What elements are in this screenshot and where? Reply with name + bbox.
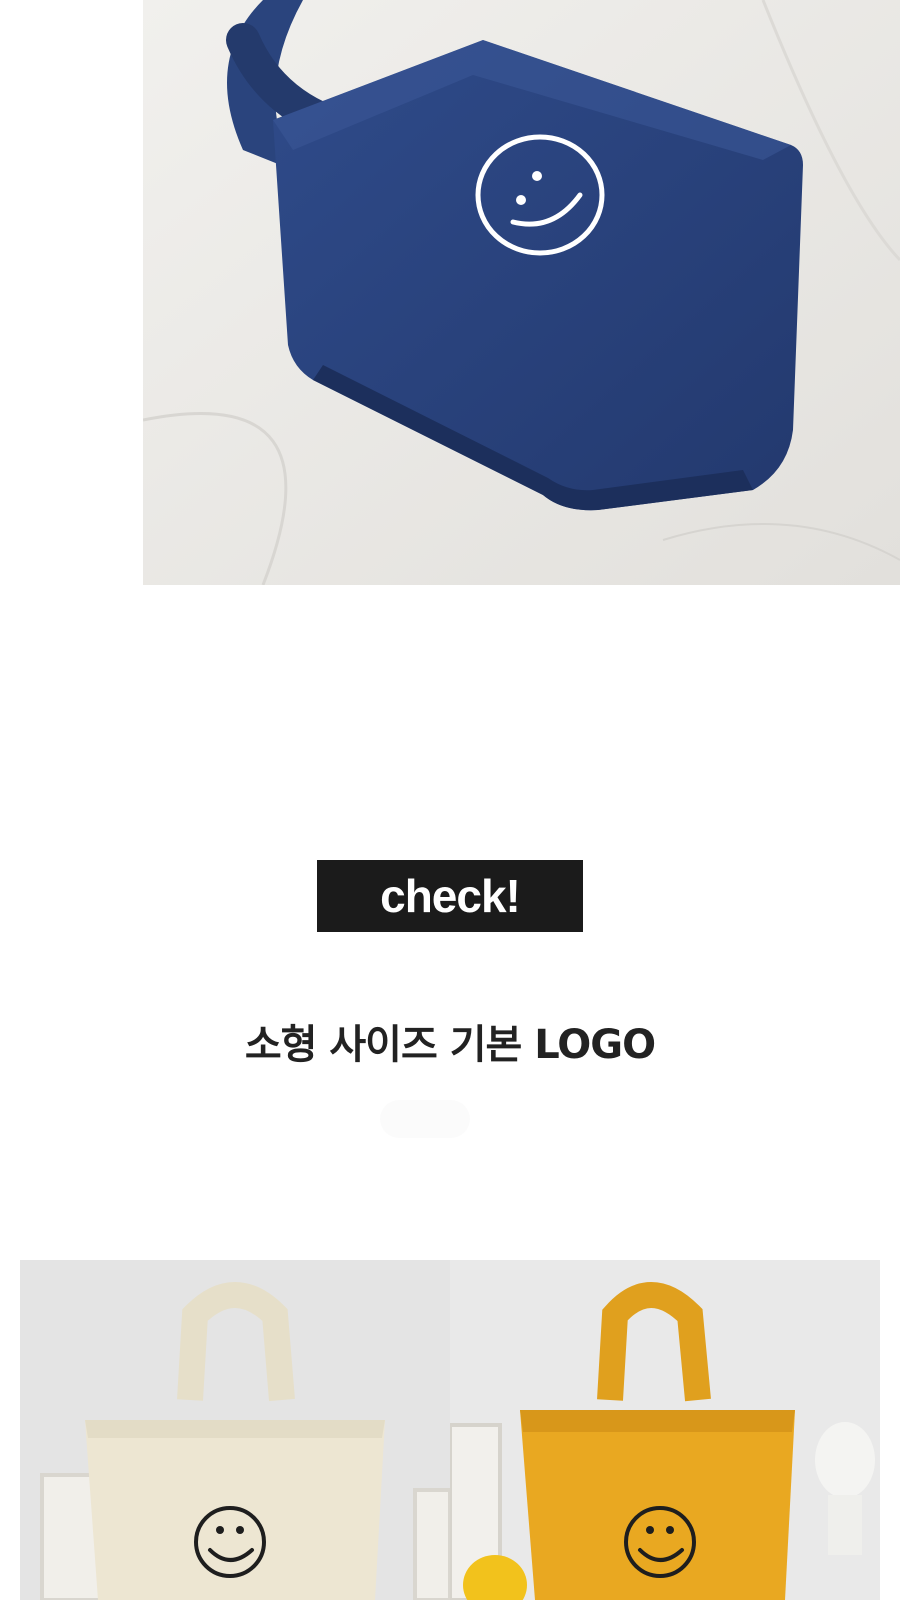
section-title: 소형 사이즈 기본 LOGO xyxy=(244,1022,656,1068)
check-badge-label: check! xyxy=(380,870,521,922)
product-photo-ivory xyxy=(20,1260,450,1600)
product-photo-yellow xyxy=(450,1260,880,1600)
navy-bag-illustration xyxy=(143,0,900,585)
check-badge: check! xyxy=(317,860,583,932)
ivory-bag-illustration xyxy=(20,1260,450,1600)
faint-divider xyxy=(380,1100,470,1138)
yellow-bag-illustration xyxy=(450,1260,880,1600)
product-photo-navy xyxy=(143,0,900,585)
product-photo-row xyxy=(20,1260,880,1600)
